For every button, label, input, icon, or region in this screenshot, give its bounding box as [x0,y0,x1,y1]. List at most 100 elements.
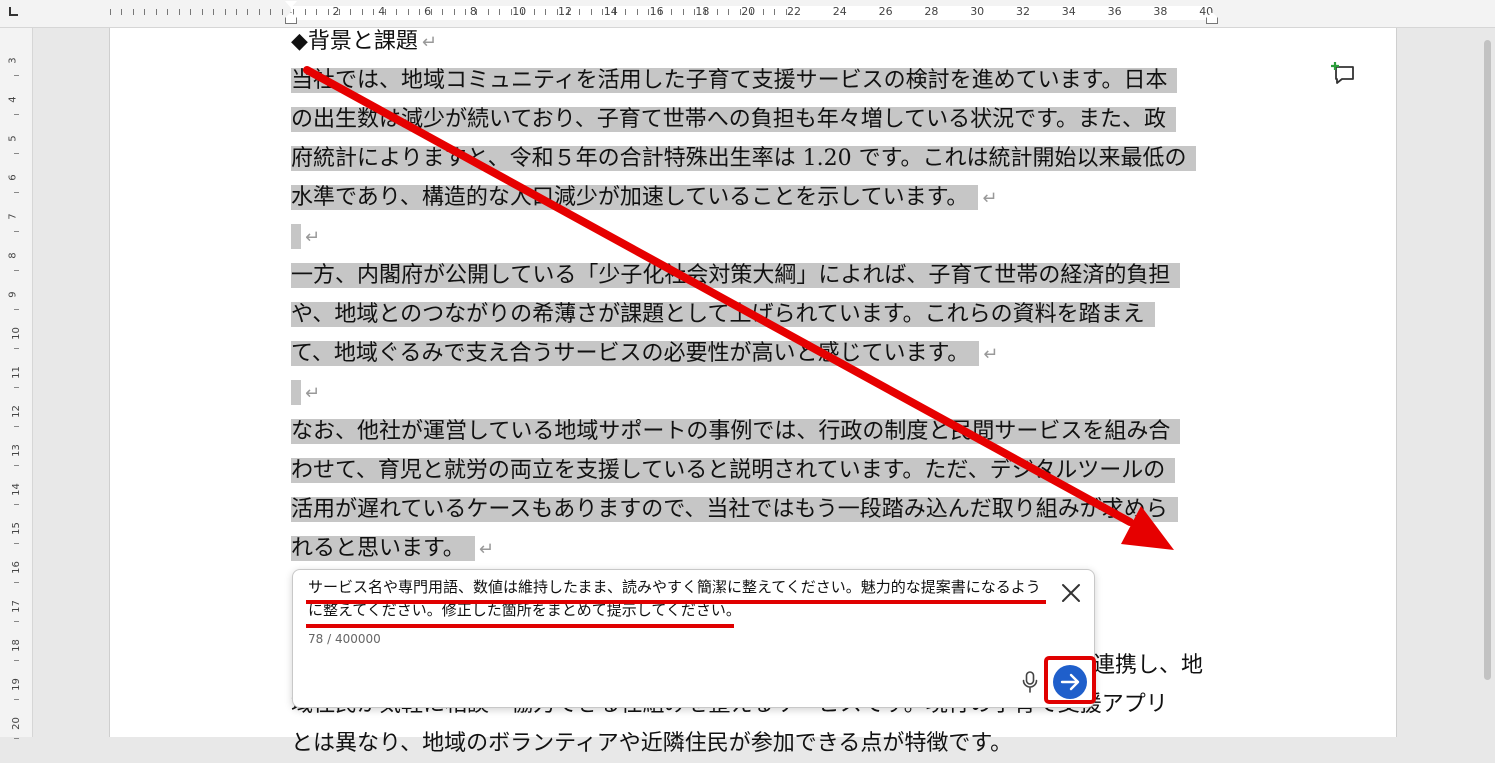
body-line-text: の出生数は減少が続いており、子育て世帯への負担も年々増している状況です。また、政 [291,107,1176,132]
ruler-label: 38 [1153,5,1168,18]
vruler-label: 6 [7,174,19,181]
ruler-tick [545,9,547,15]
vruler-tick [14,231,19,232]
ruler-tick [132,9,134,15]
paragraph-mark: ↵ [982,188,998,209]
scrollbar-thumb[interactable] [1484,40,1491,680]
vruler-tick [14,582,19,583]
microphone-icon[interactable] [1020,670,1040,694]
ruler-label: 32 [1016,5,1030,18]
ruler-tick [190,9,192,15]
body-line[interactable]: 活用が遅れているケースもありますので、当社ではもう一段踏み込んだ取り組みが求めら [291,490,1178,529]
ruler-tick [178,9,180,15]
body-line-text: れると思います。 [291,536,475,561]
ruler-tick [327,9,329,15]
ruler-tick [453,9,455,15]
vruler-tick [14,426,19,427]
body-line[interactable]: わせて、育児と就労の両立を支援していると説明されています。ただ、デジタルツールの [291,451,1176,490]
body-line[interactable]: ↵ [291,217,320,256]
vruler-label: 15 [10,522,22,535]
vruler-label: 9 [7,291,19,298]
ruler-label: 16 [649,5,664,18]
body-line-text: 水準であり、構造的な人口減少が加速していることを示しています。 [291,185,979,210]
ruler-tick [304,9,306,15]
body-line[interactable]: 一方、内閣府が公開している「少子化社会対策大綱」によれば、子育て世帯の経済的負担 [291,256,1181,295]
first-line-indent-marker[interactable] [285,1,297,8]
body-line[interactable]: の出生数は減少が続いており、子育て世帯への負担も年々増している状況です。また、政 [291,100,1176,139]
ruler-label: 26 [878,5,893,18]
ruler-label: 20 [741,5,756,18]
paragraph-mark: ↵ [983,344,999,365]
tab-selector-icon[interactable] [9,7,18,16]
vruler-label: 14 [10,483,22,496]
ruler-tick [636,9,638,15]
vruler-tick [14,465,19,466]
body-line-partial[interactable]: とは異なり、地域のボランティアや近隣住民が参加できる点が特徴です。 [291,724,1012,763]
paragraph-mark: ↵ [421,32,438,53]
ruler-tick [762,9,764,15]
vertical-ruler[interactable]: 3 4 5 6 7 8 9 10 11 12 13 14 15 16 17 18 19 20 [0,28,33,739]
body-line-partial[interactable]: 連携し、地 [1093,646,1203,685]
body-line[interactable]: なお、他社が運営している地域サポートの事例では、行政の制度と民間サービスを組み合 [291,412,1181,451]
prompt-input[interactable]: サービス名や専門用語、数値は維持したまま、読みやすく簡潔に整えてください。魅力的… [308,576,1048,622]
ruler-tick [258,9,260,15]
copilot-prompt-box[interactable]: サービス名や専門用語、数値は維持したまま、読みやすく簡潔に整えてください。魅力的… [292,569,1095,708]
character-counter: 78 / 400000 [308,632,381,646]
ruler-tick [270,9,272,15]
ruler-label: 28 [924,5,939,18]
body-line-text: なお、他社が運営している地域サポートの事例では、行政の制度と民間サービスを組み合 [291,419,1181,444]
body-line[interactable]: 当社では、地域コミュニティを活用した子育て支援サービスの検討を進めています。日本 [291,61,1178,100]
close-icon[interactable] [1058,580,1084,606]
ruler-tick [487,9,489,15]
vruler-tick [14,504,19,505]
annotation-underline [306,624,734,628]
body-line[interactable]: ↵ [291,373,320,412]
body-line[interactable]: 府統計によりますと、令和５年の合計特殊出生率は 1.20 です。これは統計開始以… [291,139,1197,178]
ruler-label: 2 [332,5,340,18]
vruler-label: 13 [10,444,22,457]
vruler-tick [14,738,19,739]
body-line[interactable]: や、地域とのつながりの希薄さが課題として上げられています。これらの資料を踏まえ [291,295,1155,334]
vruler-tick [14,114,19,115]
ruler-label: 8 [469,5,477,18]
ruler-tick [224,9,226,15]
paragraph-mark: ↵ [305,383,321,404]
paragraph-mark: ↵ [305,227,321,248]
body-line[interactable]: れると思います。 ↵ [291,529,494,568]
ruler-tick [671,9,673,15]
ruler-tick [464,9,466,15]
ruler-tick [350,9,352,15]
heading-text: ◆背景と課題 [291,29,418,54]
paragraph-mark: ↵ [478,539,494,560]
vruler-tick [14,387,19,388]
new-comment-icon[interactable] [1330,61,1356,85]
vruler-label: 4 [7,96,19,103]
vruler-label: 3 [7,57,19,64]
ruler-tick [144,9,146,15]
horizontal-ruler[interactable]: 2 4 6 8 10 12 14 16 18 20 22 24 26 28 30 32 34 36 38 40 [0,0,1495,28]
vruler-label: 10 [10,327,22,340]
ruler-tick [373,9,375,15]
vruler-tick [14,621,19,622]
annotation-highlight-box [1044,656,1096,704]
ruler-label: 12 [558,5,572,18]
body-line[interactable]: て、地域ぐるみで支え合うサービスの必要性が高いと感じています。 ↵ [291,334,998,373]
body-line[interactable]: 水準であり、構造的な人口減少が加速していることを示しています。 ↵ [291,178,997,217]
ruler-label: 18 [695,5,710,18]
body-line-text: て、地域ぐるみで支え合うサービスの必要性が高いと感じています。 [291,341,980,366]
ruler-tick [682,9,684,15]
ruler-tick [579,9,581,15]
section-heading[interactable]: ◆背景と課題 ↵ [291,22,437,61]
vruler-label: 5 [7,135,19,142]
body-line-text [291,224,301,249]
body-line-text: とは異なり、地域のボランティアや近隣住民が参加できる点が特徴です。 [291,731,1013,756]
ruler-tick [625,9,627,15]
vruler-tick [14,75,19,76]
vruler-tick [14,543,19,544]
ruler-tick [533,9,535,15]
vruler-label: 8 [7,252,19,259]
ruler-tick [167,9,169,15]
ruler-tick [201,9,203,15]
body-line-text: 府統計によりますと、令和５年の合計特殊出生率は 1.20 です。これは統計開始以… [291,146,1197,171]
ruler-tick [361,9,363,15]
